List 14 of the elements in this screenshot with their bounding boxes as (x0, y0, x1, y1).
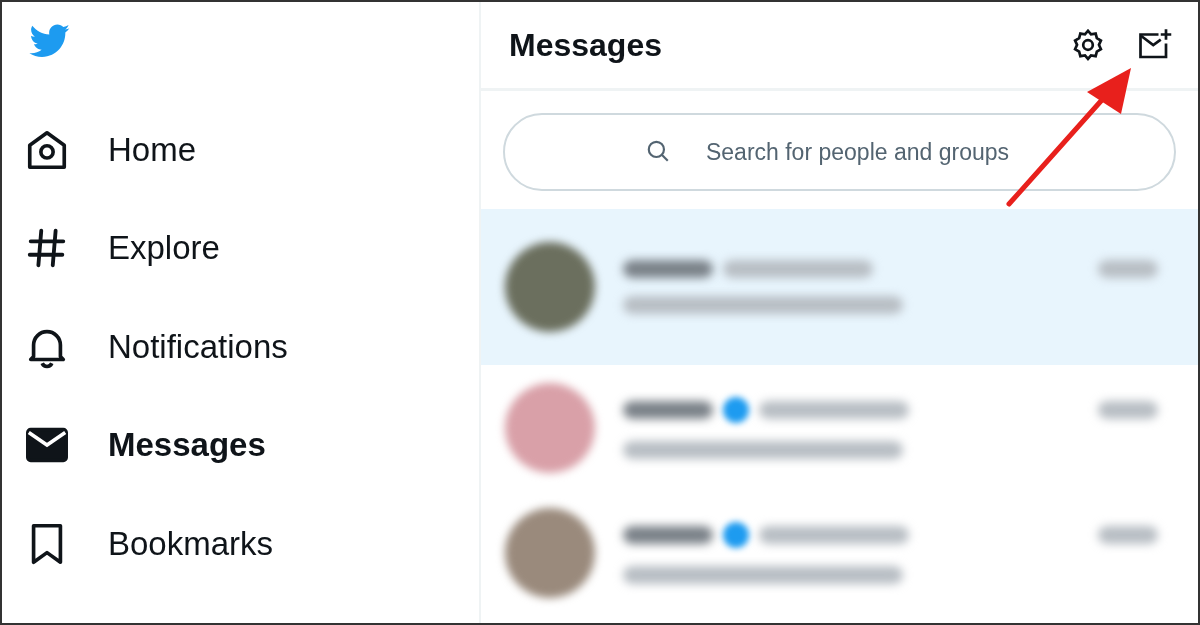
page-title: Messages (509, 26, 663, 64)
nav-item[interactable]: Notifications (24, 297, 479, 397)
search-field[interactable]: Search for people and groups (503, 113, 1176, 191)
nav-item[interactable]: Home (24, 100, 479, 200)
verified-badge-icon (723, 396, 749, 423)
nav-item[interactable]: Messages (24, 396, 479, 495)
verified-badge-icon (723, 521, 749, 548)
blurred-text (1098, 525, 1158, 544)
blurred-text (1098, 400, 1158, 419)
nav-item[interactable]: Bookmarks (24, 494, 479, 593)
nav-item[interactable]: Explore (24, 199, 479, 298)
blurred-text (1098, 260, 1158, 278)
search-icon (645, 138, 671, 164)
conversation-row[interactable] (481, 209, 1198, 365)
